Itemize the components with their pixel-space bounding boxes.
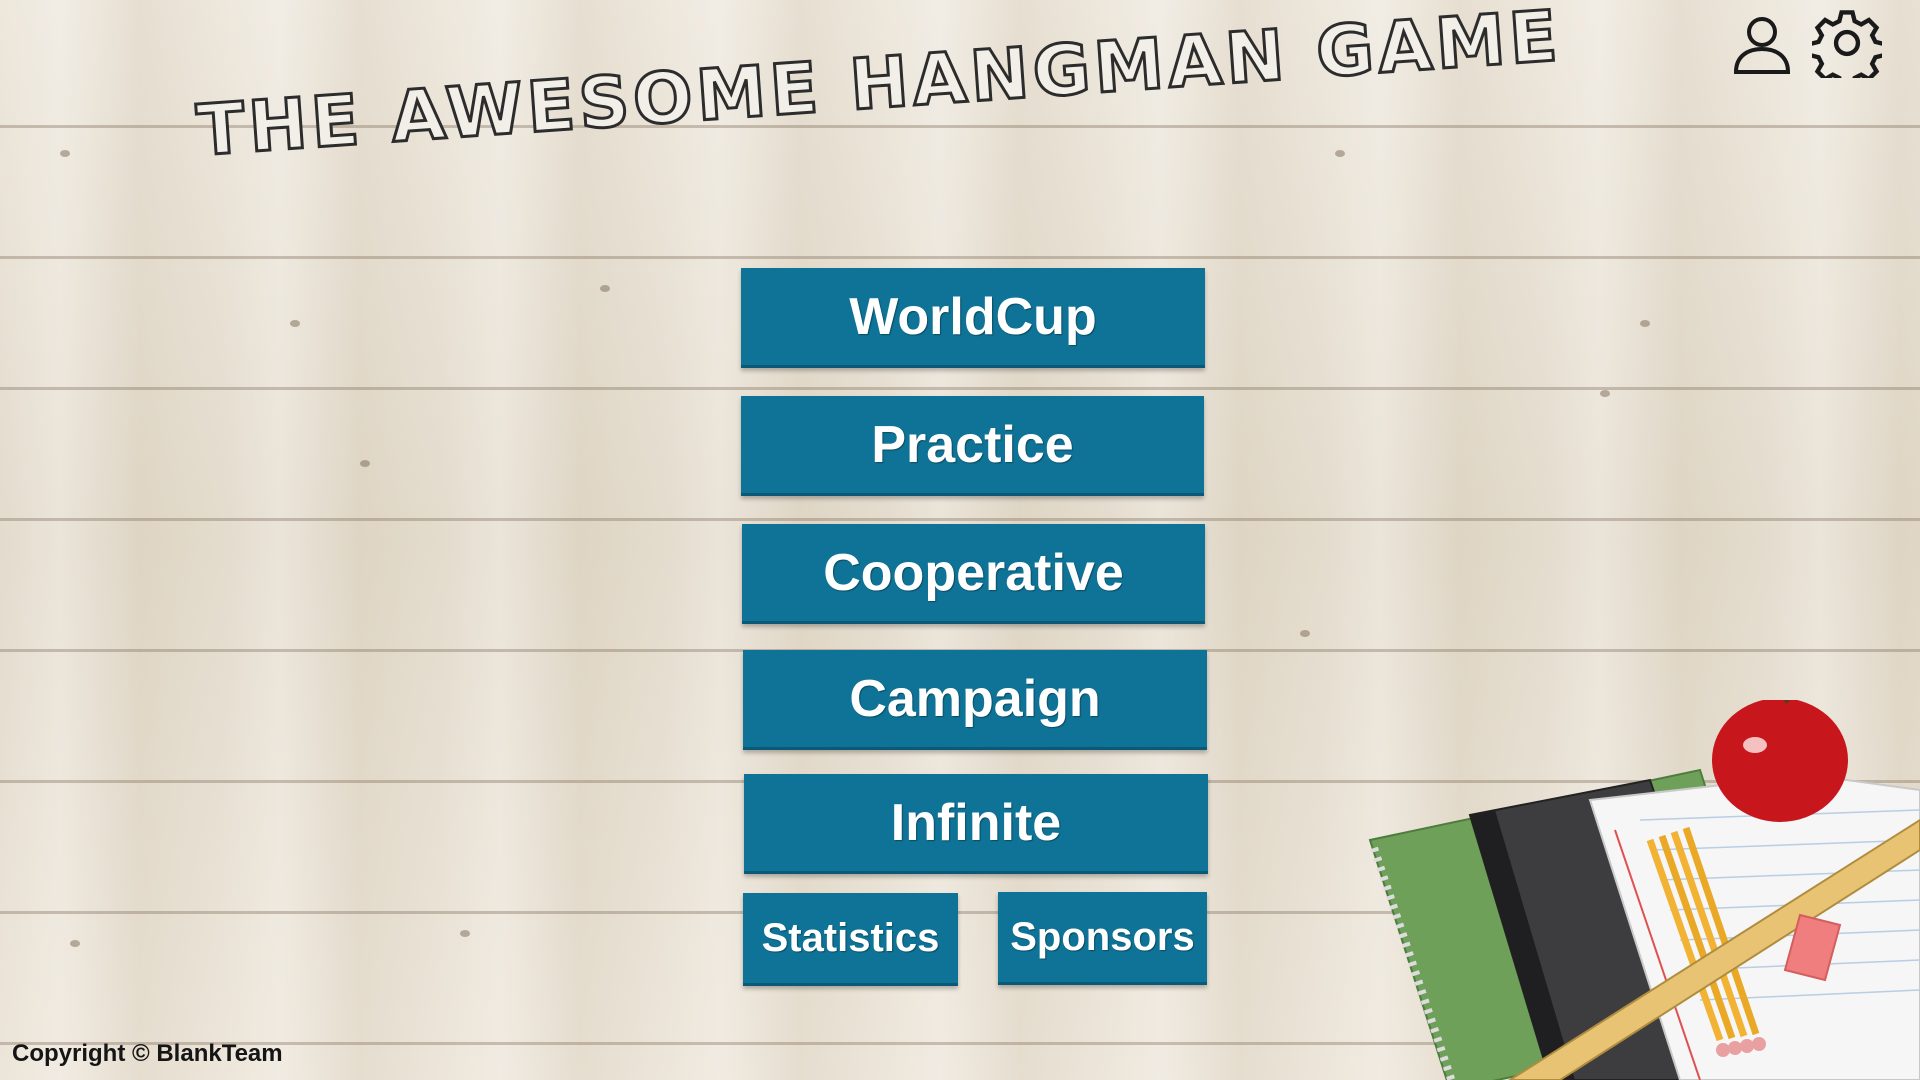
copyright-text: Copyright © BlankTeam xyxy=(12,1040,283,1067)
user-icon[interactable] xyxy=(1730,12,1794,76)
game-title: tHE AwESOME HANGMAN GAME xyxy=(193,0,1565,210)
wood-knot xyxy=(360,460,370,467)
wood-knot xyxy=(460,930,470,937)
cooperative-button[interactable]: Cooperative xyxy=(742,524,1205,624)
wood-knot xyxy=(70,940,80,947)
worldcup-button[interactable]: WorldCup xyxy=(741,268,1205,368)
wood-knot xyxy=(1335,150,1345,157)
wood-knot xyxy=(290,320,300,327)
wood-knot xyxy=(1300,630,1310,637)
wood-knot xyxy=(1600,390,1610,397)
campaign-button[interactable]: Campaign xyxy=(743,650,1207,750)
wood-knot xyxy=(600,285,610,292)
infinite-button[interactable]: Infinite xyxy=(744,774,1208,874)
wood-knot xyxy=(1640,320,1650,327)
statistics-button[interactable]: Statistics xyxy=(743,893,958,986)
gear-icon[interactable] xyxy=(1807,8,1887,89)
school-supplies-decoration xyxy=(1368,700,1920,1080)
apple xyxy=(1712,700,1848,822)
sponsors-button[interactable]: Sponsors xyxy=(998,892,1207,985)
wood-knot xyxy=(60,150,70,157)
practice-button[interactable]: Practice xyxy=(741,396,1204,496)
